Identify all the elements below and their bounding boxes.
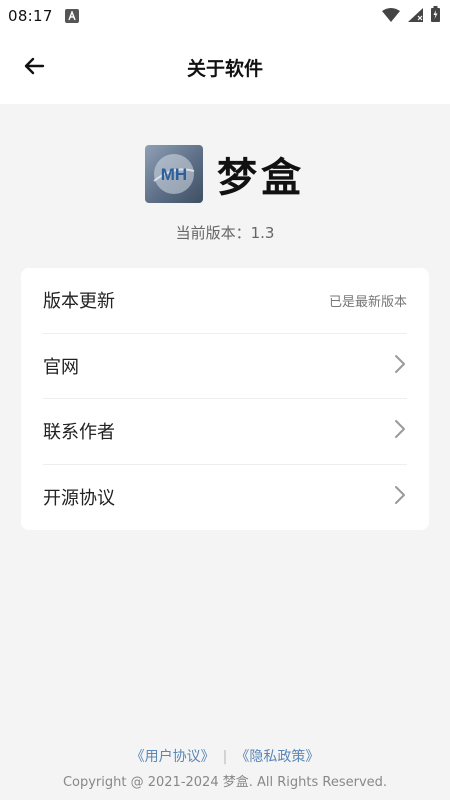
chevron-right-icon [393, 353, 407, 379]
status-time: 08:17 [8, 7, 53, 25]
footer-separator: | [222, 749, 228, 765]
menu-item-label: 版本更新 [43, 291, 115, 313]
menu-item-label: 开源协议 [43, 488, 115, 510]
version-text: 当前版本：1.3 [175, 224, 275, 242]
signal-icon [408, 7, 423, 26]
user-agreement-link[interactable]: 《用户协议》 [131, 749, 215, 765]
app-logo: MH [145, 145, 203, 203]
menu-item-label: 联系作者 [43, 422, 115, 444]
menu-item-website[interactable]: 官网 [43, 334, 407, 399]
page-title: 关于软件 [186, 58, 263, 80]
status-right [382, 6, 440, 26]
menu-item-open-source-license[interactable]: 开源协议 [43, 465, 407, 531]
privacy-policy-link[interactable]: 《隐私政策》 [235, 749, 319, 765]
app-name: 梦盒 [217, 155, 305, 201]
app-bar: 关于软件 [0, 32, 450, 104]
status-left: 08:17 [8, 7, 79, 25]
menu-item-version-update[interactable]: 版本更新 已是最新版本 [43, 268, 407, 334]
copyright-text: Copyright @ 2021-2024 梦盒. All Rights Res… [62, 775, 388, 790]
menu-item-label: 官网 [43, 356, 79, 378]
version-status: 已是最新版本 [328, 294, 407, 310]
app-brand: MH 梦盒 [0, 145, 450, 203]
chevron-right-icon [393, 418, 407, 444]
footer-links: 《用户协议》 | 《隐私政策》 [0, 746, 450, 766]
battery-charging-icon [431, 6, 440, 26]
notification-a-icon [64, 9, 79, 23]
status-bar: 08:17 [0, 0, 450, 32]
logo-text: MH [161, 165, 187, 184]
chevron-right-icon [393, 484, 407, 510]
wifi-icon [382, 7, 400, 26]
menu-item-contact-author[interactable]: 联系作者 [43, 399, 407, 465]
settings-card: 版本更新 已是最新版本 官网 联系作者 开源协议 [21, 268, 429, 530]
